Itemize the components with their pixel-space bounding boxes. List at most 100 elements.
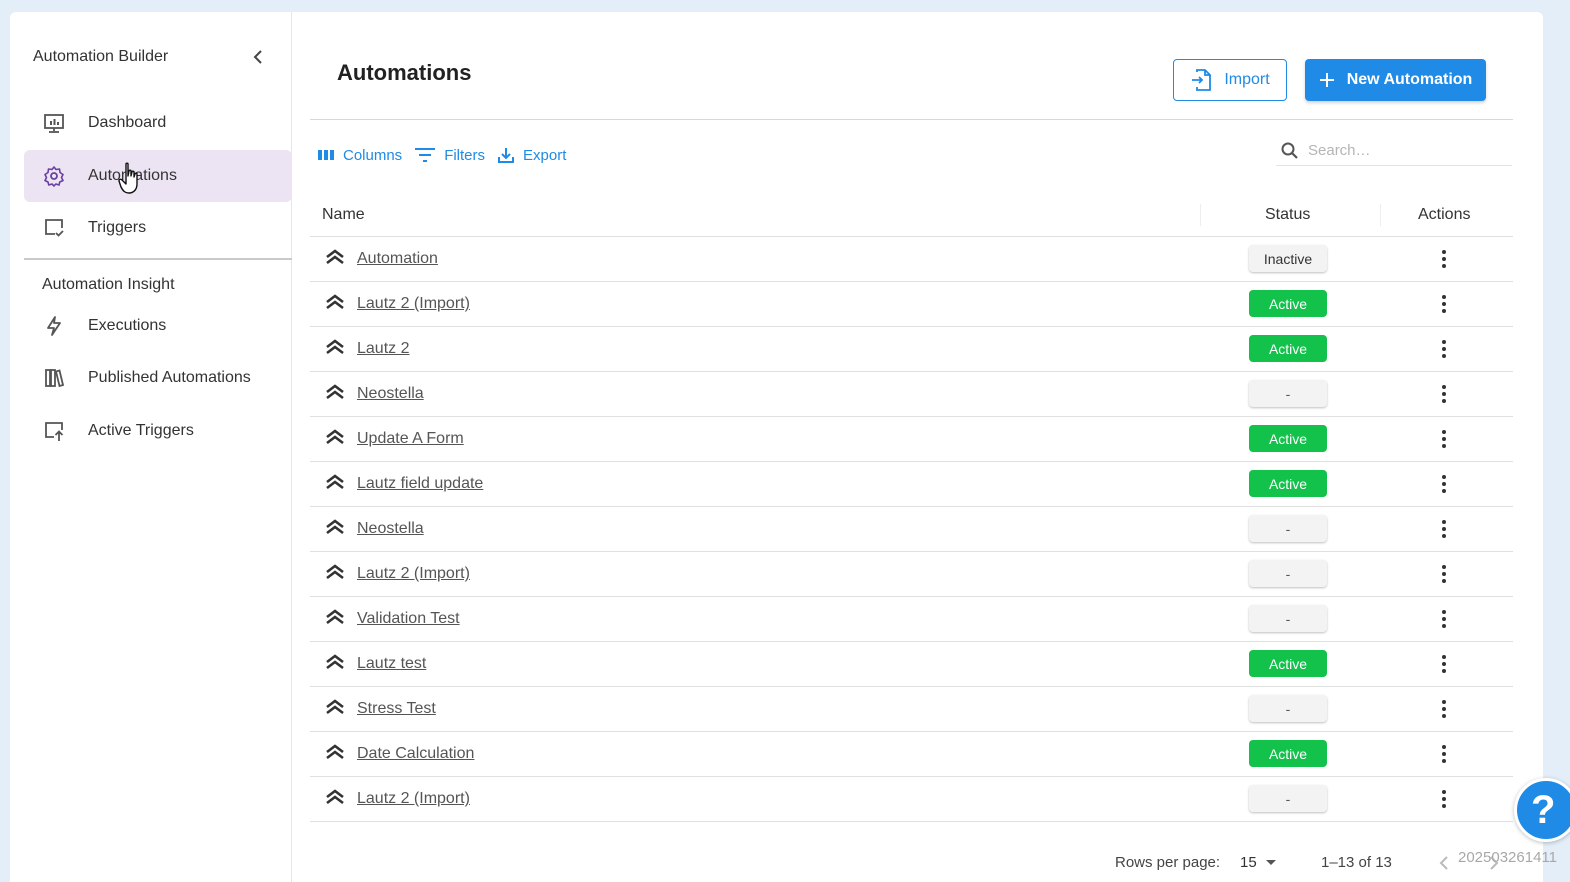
table-row[interactable]: Neostella -	[310, 372, 1513, 417]
file-import-icon	[1192, 69, 1212, 91]
gear-icon	[42, 164, 66, 188]
row-actions-button[interactable]	[1440, 563, 1448, 585]
row-actions-button[interactable]	[1440, 383, 1448, 405]
automation-name-link[interactable]: Lautz test	[357, 655, 426, 673]
previous-page-button[interactable]	[1438, 855, 1450, 876]
help-button[interactable]: ?	[1514, 778, 1570, 842]
table-row[interactable]: Lautz 2 (Import) -	[310, 777, 1513, 822]
automation-name-link[interactable]: Lautz 2 (Import)	[357, 790, 470, 808]
automation-name-link[interactable]: Validation Test	[357, 610, 460, 628]
sidebar: Automation Builder Dashboard Automations…	[10, 12, 292, 882]
sidebar-item-automations[interactable]: Automations	[24, 150, 292, 202]
table-row[interactable]: Stress Test -	[310, 687, 1513, 732]
sidebar-title: Automation Builder	[33, 48, 169, 65]
kebab-menu-icon	[1442, 354, 1446, 358]
columns-icon	[318, 150, 334, 160]
sidebar-item-active-triggers[interactable]: Active Triggers	[24, 405, 292, 457]
row-actions-button[interactable]	[1440, 248, 1448, 270]
automation-name-link[interactable]: Lautz 2 (Import)	[357, 565, 470, 583]
table-row[interactable]: Neostella -	[310, 507, 1513, 552]
chevron-left-icon	[253, 50, 262, 64]
kebab-menu-icon	[1442, 340, 1446, 344]
kebab-menu-icon	[1442, 797, 1446, 801]
library-icon	[42, 366, 66, 390]
automation-name-link[interactable]: Neostella	[357, 385, 424, 403]
kebab-menu-icon	[1442, 669, 1446, 673]
automation-name-link[interactable]: Update A Form	[357, 430, 464, 448]
row-actions-button[interactable]	[1440, 743, 1448, 765]
double-chevron-up-icon	[326, 789, 344, 805]
help-icon: ?	[1531, 787, 1556, 832]
new-automation-button[interactable]: New Automation	[1305, 59, 1486, 101]
kebab-menu-icon	[1442, 610, 1446, 614]
kebab-menu-icon	[1442, 617, 1446, 621]
automation-name-link[interactable]: Lautz 2	[357, 340, 409, 358]
rows-per-page-value: 15	[1240, 854, 1257, 871]
automations-table: Name Status Actions Automation Inactive La…	[310, 194, 1513, 822]
double-chevron-up-icon	[326, 294, 344, 310]
automation-name-link[interactable]: Lautz field update	[357, 475, 483, 493]
table-row[interactable]: Lautz 2 (Import) Active	[310, 282, 1513, 327]
rows-per-page-label: Rows per page:	[1115, 854, 1221, 871]
double-chevron-up-icon	[326, 474, 344, 490]
row-actions-button[interactable]	[1440, 608, 1448, 630]
status-badge: -	[1249, 380, 1327, 407]
kebab-menu-icon	[1442, 662, 1446, 666]
table-row[interactable]: Lautz 2 Active	[310, 327, 1513, 372]
filters-label: Filters	[444, 146, 486, 164]
kebab-menu-icon	[1442, 707, 1446, 711]
table-row[interactable]: Date Calculation Active	[310, 732, 1513, 777]
sidebar-item-executions[interactable]: Executions	[24, 300, 292, 352]
filters-button[interactable]: Filters	[414, 147, 485, 164]
automation-name-link[interactable]: Lautz 2 (Import)	[357, 295, 470, 313]
table-row[interactable]: Validation Test -	[310, 597, 1513, 642]
row-actions-button[interactable]	[1440, 518, 1448, 540]
sidebar-item-label: Dashboard	[88, 114, 167, 131]
sidebar-item-published-automations[interactable]: Published Automations	[24, 352, 292, 404]
table-row[interactable]: Lautz 2 (Import) -	[310, 552, 1513, 597]
kebab-menu-icon	[1442, 790, 1446, 794]
kebab-menu-icon	[1442, 752, 1446, 756]
row-actions-button[interactable]	[1440, 788, 1448, 810]
status-badge: Active	[1249, 470, 1327, 497]
table-row[interactable]: Update A Form Active	[310, 417, 1513, 462]
import-button[interactable]: Import	[1173, 59, 1287, 101]
table-row[interactable]: Automation Inactive	[310, 237, 1513, 282]
sidebar-divider	[24, 258, 292, 260]
status-badge: Active	[1249, 425, 1327, 452]
table-row[interactable]: Lautz test Active	[310, 642, 1513, 687]
header-divider	[310, 119, 1513, 120]
automation-name-link[interactable]: Date Calculation	[357, 745, 474, 763]
automation-name-link[interactable]: Automation	[357, 250, 438, 268]
status-badge: Active	[1249, 740, 1327, 767]
double-chevron-up-icon	[326, 429, 344, 445]
row-actions-button[interactable]	[1440, 473, 1448, 495]
rows-per-page-select[interactable]: 15	[1240, 854, 1277, 871]
double-chevron-up-icon	[326, 249, 344, 265]
export-label: Export	[523, 146, 567, 164]
double-chevron-up-icon	[326, 339, 344, 355]
row-actions-button[interactable]	[1440, 293, 1448, 315]
export-button[interactable]: Export	[497, 146, 566, 164]
columns-button[interactable]: Columns	[317, 147, 402, 164]
automation-name-link[interactable]: Stress Test	[357, 700, 436, 718]
automation-name-link[interactable]: Neostella	[357, 520, 424, 538]
checked-screen-icon	[42, 216, 66, 240]
row-actions-button[interactable]	[1440, 653, 1448, 675]
column-header-actions: Actions	[1418, 206, 1471, 223]
sidebar-item-dashboard[interactable]: Dashboard	[24, 97, 292, 149]
plus-icon	[1319, 73, 1334, 87]
pagination-range: 1–13 of 13	[1321, 854, 1392, 871]
search-input[interactable]	[1308, 142, 1498, 159]
column-header-name[interactable]: Name	[322, 206, 365, 224]
table-row[interactable]: Lautz field update Active	[310, 462, 1513, 507]
row-actions-button[interactable]	[1440, 338, 1448, 360]
column-header-status[interactable]: Status	[1265, 206, 1310, 224]
collapse-sidebar-button[interactable]	[247, 46, 269, 68]
columns-label: Columns	[343, 146, 403, 164]
status-badge: Active	[1249, 290, 1327, 317]
row-actions-button[interactable]	[1440, 698, 1448, 720]
sidebar-item-triggers[interactable]: Triggers	[24, 202, 292, 254]
row-actions-button[interactable]	[1440, 428, 1448, 450]
double-chevron-up-icon	[326, 519, 344, 535]
